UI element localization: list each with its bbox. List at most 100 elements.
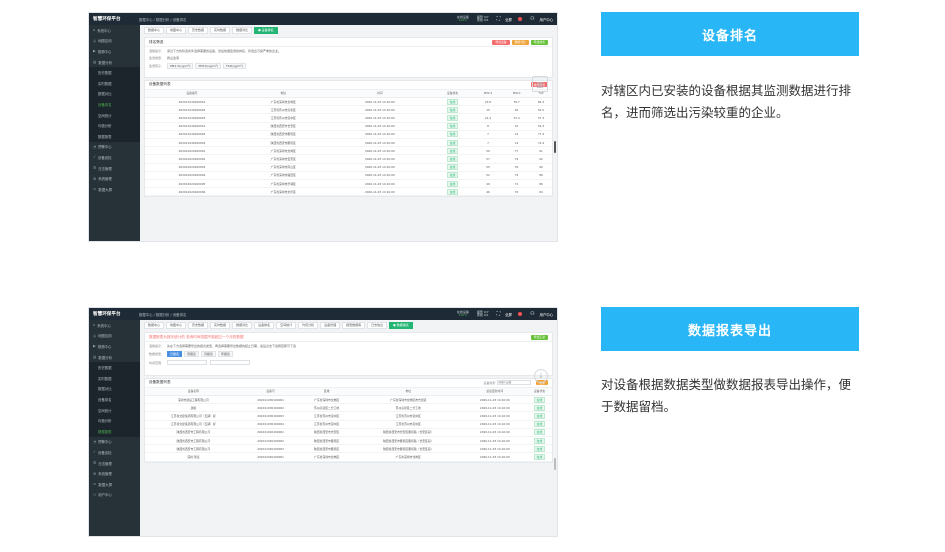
sidebar-item[interactable]: ▶ 视频中心 [89,341,140,352]
export-device-button[interactable]: 导出设备 [492,39,510,45]
table-row[interactable]: 202011030100003 江苏省苏州市吴中区 2020-11-03 14:10… [145,113,552,123]
tab[interactable]: 地图中心 [166,26,187,34]
metric-chip-pm25[interactable]: PM2.5(ug/m³) [167,62,194,70]
export-rank-button[interactable]: 导出排名 [530,39,548,45]
tab[interactable]: 数据对比 [232,26,253,34]
notification-dot-icon[interactable] [517,17,522,21]
sidebar-item[interactable]: ▤ 数据分析 [89,352,140,363]
table-row[interactable]: 陕西省西安市工程有限公司 202011040100002 陕西省西安市雁塔区 陕西省西… [145,436,552,446]
sidebar-item[interactable]: ▶ 视频中心 [89,46,140,57]
column-header[interactable]: 设备编号 [145,89,239,99]
tab[interactable]: 空间统计 [276,321,297,329]
export-summary-button[interactable]: 导出汇总 [530,334,548,340]
tab[interactable]: ● 设备排名 [254,26,278,34]
report-type-daily[interactable]: 日报表 [167,350,183,358]
sidebar-item[interactable]: 均值分析 [89,120,140,131]
sidebar-item[interactable]: ▭ 数据大屏 [89,184,140,195]
sidebar-item[interactable]: 设备排名 [89,394,140,405]
table-row[interactable]: 202012020100003 广东省深圳市南山区 2020-11-03 14:10… [145,163,552,172]
compare-button[interactable]: 数据对比 [511,39,529,45]
sidebar-item[interactable]: ▤ 数据分析 [89,57,140,68]
sidebar-item[interactable]: ◎ 地图应用 [89,36,140,47]
table-row[interactable]: 202011030100001 广东省深圳市龙岗区 2020-11-03 14:10… [145,97,552,107]
tab[interactable]: 地图中心 [166,321,187,329]
table-row[interactable]: 深圳市建设工程有限公司 202011030100001 广东省深圳市龙岗区 广东省深圳… [145,395,552,405]
sidebar-item[interactable]: ⚇ 用户中心 [89,490,140,501]
sidebar-item[interactable]: ⌂ 系统中心 [89,25,140,36]
sidebar-item[interactable]: ☰ 日志管理 [89,458,140,469]
sidebar-item[interactable]: 均值分析 [89,415,140,426]
column-header[interactable]: 设备名称 [145,387,242,397]
table-row[interactable]: 202012020100001 广东省深圳市龙岗区 2020-11-03 14:10… [145,146,552,156]
type-value[interactable]: 扬尘监测 [167,56,179,60]
sidebar-item[interactable]: ⚙ 系统管理 [89,468,140,479]
tab[interactable]: 均值分析 [298,321,319,329]
column-header[interactable]: PM10 [503,89,531,99]
sidebar-item[interactable]: 历史数据 [89,362,140,373]
tab[interactable]: 实时数据 [210,321,231,329]
report-type-weekly[interactable]: 周报表 [184,350,200,358]
column-header[interactable]: 地址 [353,387,463,397]
column-header[interactable]: PM2.5 [472,89,504,99]
user-icon[interactable]: ⚇ [530,16,534,22]
column-header[interactable]: 设备状态 [526,387,552,397]
tab[interactable]: 数据对比 [232,321,253,329]
tab[interactable]: 设备排名 [254,321,275,329]
table-row[interactable]: 江苏省交建集团有限公司（五期）标 202011030100004 江苏省苏州市吴中区… [145,420,552,429]
sidebar-item[interactable]: 空间统计 [89,109,140,121]
tab[interactable]: 日志信息 [367,321,388,329]
metric-chip-tsp[interactable]: TSP(ug/m³) [222,62,246,70]
sidebar-item[interactable]: 设备排名 [89,99,140,110]
column-header[interactable]: 最后更新时间 [462,387,527,397]
tab[interactable]: 历史数据 [188,26,209,34]
sidebar-item[interactable]: 实时数据 [89,372,140,384]
column-header[interactable]: 时间 [327,89,433,99]
table-row[interactable]: 202012020100002 广东省深圳市宝安区 2020-11-03 14:10… [145,154,552,164]
user-menu[interactable]: 用户中心 [539,312,553,317]
sidebar-item[interactable]: 数据对比 [89,88,140,100]
sidebar-item[interactable]: ✓ 设备巡检 [89,447,140,458]
table-row[interactable]: 202011040100001 陕西省西安市长安区 2020-11-03 14:10… [145,122,552,131]
sidebar-item[interactable]: 数据对比 [89,383,140,395]
table-row[interactable]: 陕西省西安市工程有限公司 202011040100001 陕西省西安市长安区 陕西省西… [145,428,552,438]
table-row[interactable]: 202012020100004 广东省深圳市福田区 2020-11-03 14:10… [145,171,552,180]
fullscreen-icon[interactable]: ⛶ [497,311,501,317]
fullscreen-icon[interactable]: ⛶ [497,16,501,22]
sidebar-item[interactable]: 数据报表 [89,130,140,142]
table-row[interactable]: 陕西省西安市工程有限公司 202011040100003 陕西省西安市雁塔区 陕西省西… [145,444,552,454]
column-header[interactable]: 区域 [299,387,354,397]
table-row[interactable]: 江苏省交建集团有限公司（五期）标 202011030100003 江苏省苏州市吴中区… [145,411,552,421]
sidebar-item[interactable]: ▭ 数据大屏 [89,479,140,490]
sidebar-item[interactable]: ✓ 设备巡检 [89,152,140,163]
tab[interactable]: 报警数据库 [342,321,366,329]
table-row[interactable]: 202011030100002 江苏省苏州市高新区 2020-11-03 14:10… [145,105,552,115]
user-menu[interactable]: 用户中心 [539,17,553,22]
download-icon[interactable]: ↓ [534,369,548,383]
sidebar-item[interactable]: 空间统计 [89,404,140,416]
table-row[interactable]: 202012020100005 广东省深圳市罗湖区 2020-11-03 14:10… [145,179,552,189]
sidebar-item[interactable]: ☰ 日志管理 [89,163,140,174]
tab[interactable]: 设备管理 [320,321,341,329]
metric-chip-pm10[interactable]: PM10(ug/m³) [195,62,221,70]
sidebar-item[interactable]: ◔ 预警中心 [89,142,140,153]
table-row[interactable]: 202011040100003 陕西省西安市雁塔区 2020-11-03 14:10… [145,138,552,148]
notification-dot-icon[interactable] [517,312,522,316]
sidebar-item[interactable]: ◎ 地图应用 [89,331,140,342]
table-row[interactable]: 深圳 测试 202012020100001 广东省深圳市龙岗区 广东省深圳市龙岗区 20… [145,452,552,462]
tab[interactable]: ● 数据报表 [389,321,413,329]
report-type-yearly[interactable]: 年报表 [218,350,234,358]
sidebar-item[interactable]: ◔ 预警中心 [89,437,140,448]
tab[interactable]: 数据中心 [144,321,165,329]
tab[interactable]: 数据中心 [144,26,165,34]
column-header[interactable]: 地址 [238,89,328,99]
scrollbar-thumb[interactable] [554,458,556,470]
table-row[interactable]: 202012020100006 广东省深圳市龙华区 2020-11-03 14:10… [145,187,552,197]
table-row[interactable]: 建模 202011030100002 苏州高新区二分工地 苏州高新区二分工地 2020-… [145,403,552,413]
bar-chart-icon[interactable]: ▥ [532,76,548,92]
user-icon[interactable]: ⚇ [530,311,534,317]
scrollbar-thumb[interactable] [554,141,556,153]
end-date-input[interactable] [210,360,250,366]
sidebar-item[interactable]: 历史数据 [89,67,140,78]
column-header[interactable]: 设备状态 [432,89,473,99]
table-row[interactable]: 202011040100002 陕西省西安市雁塔区 2020-11-03 14:10… [145,130,552,140]
